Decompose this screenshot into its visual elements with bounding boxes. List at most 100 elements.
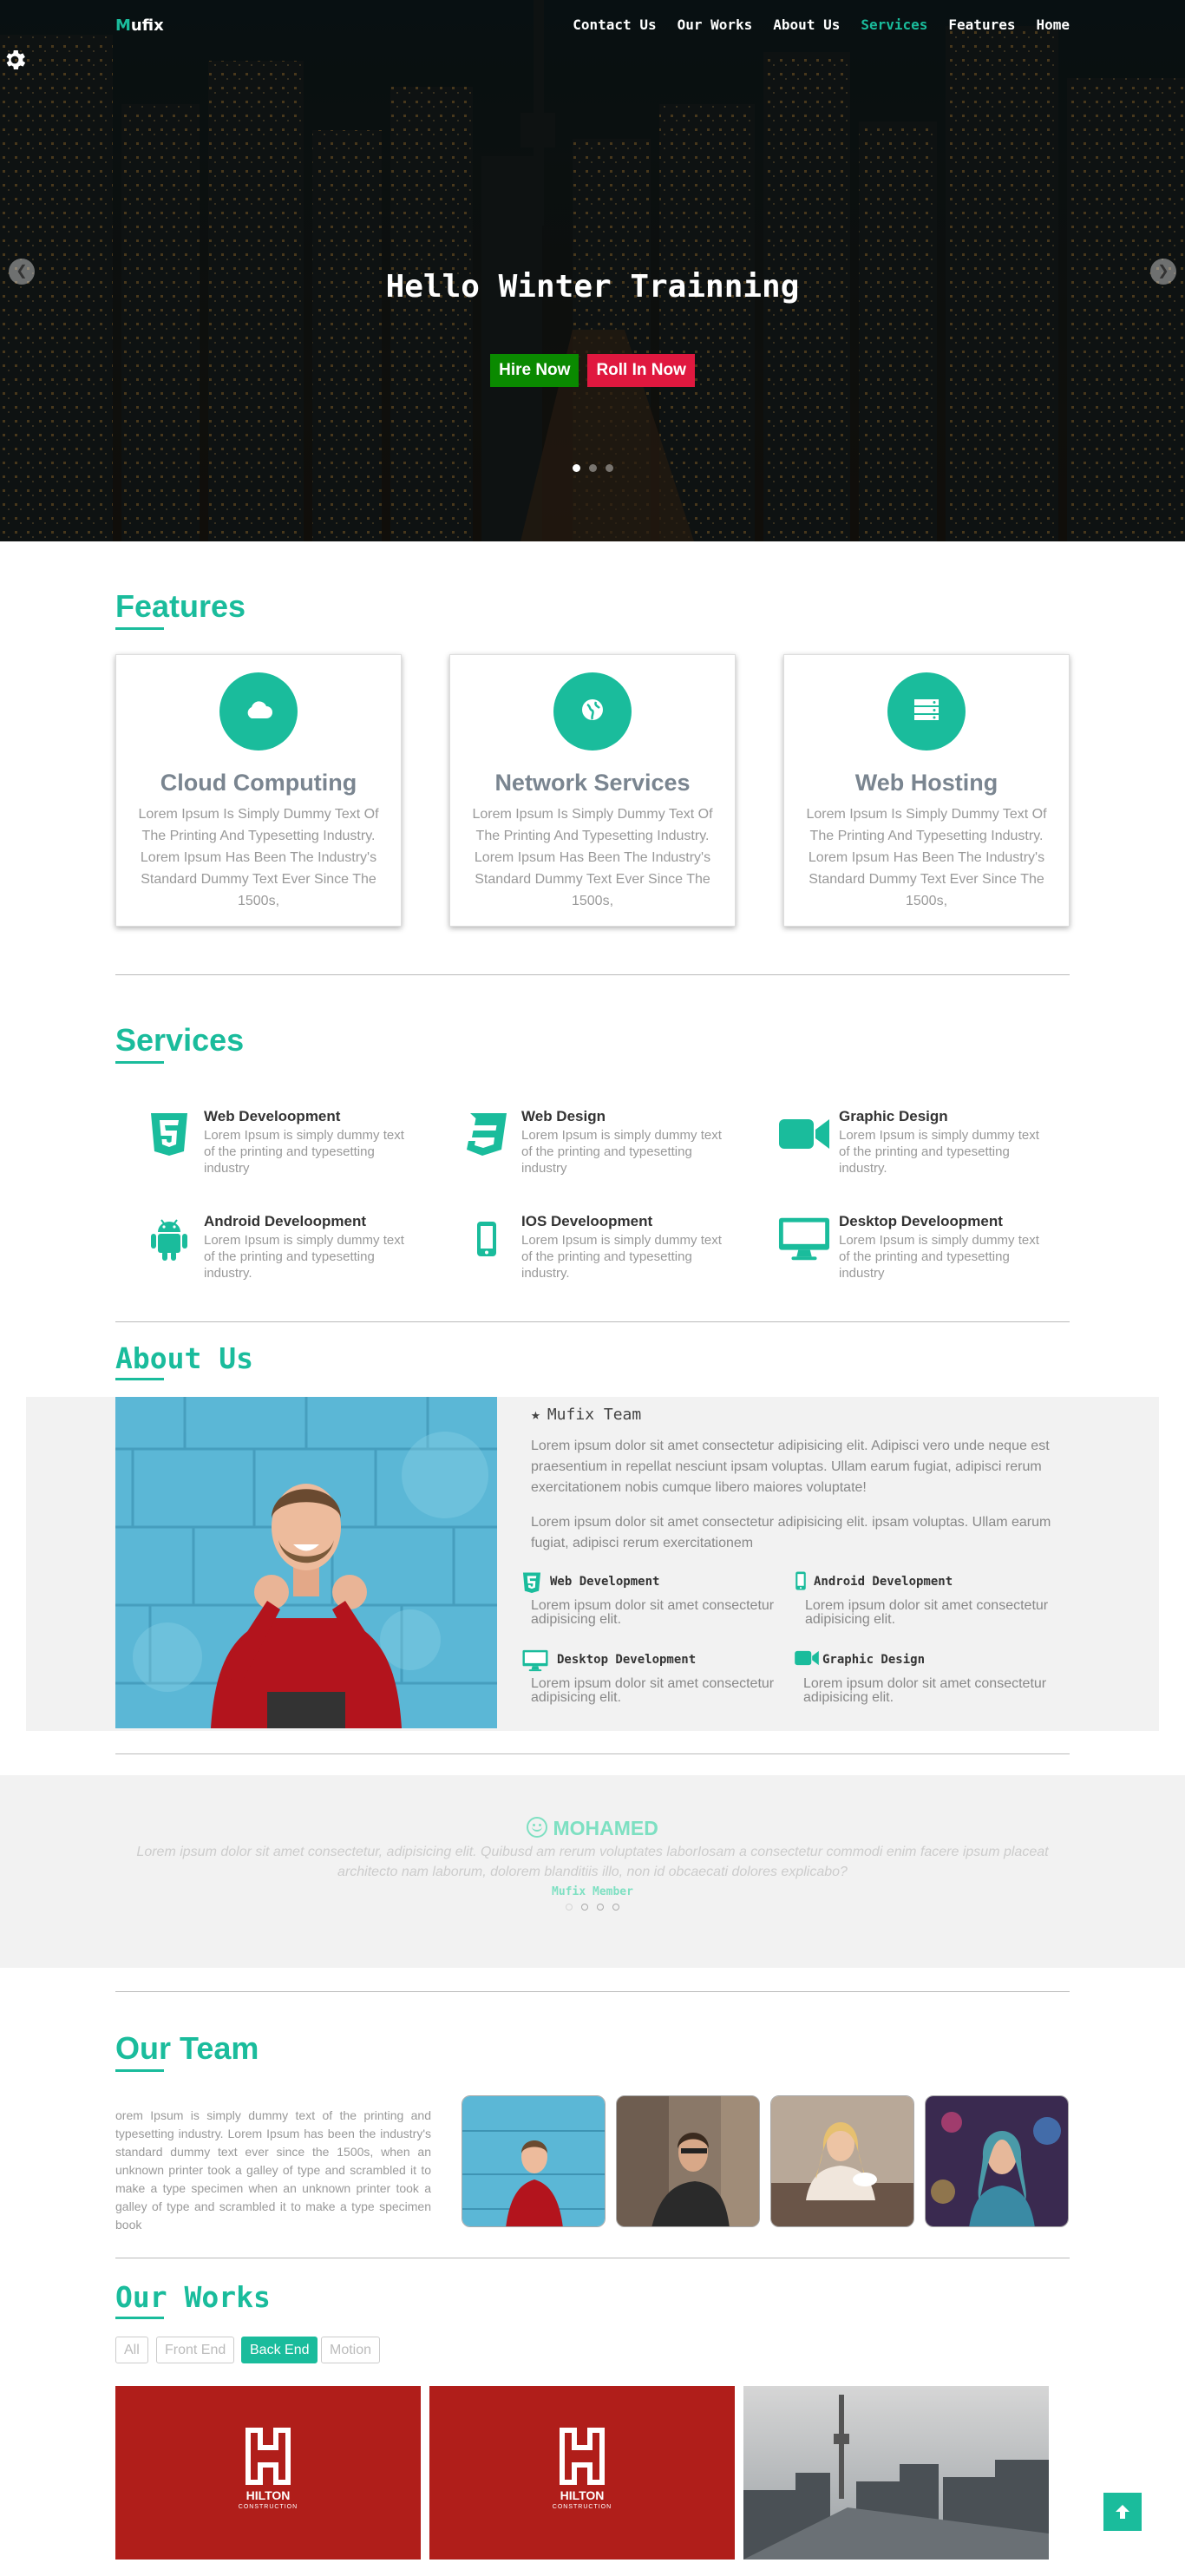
team-member-photo[interactable]: [462, 2095, 606, 2227]
about-team-title: ★ Mufix Team: [531, 1406, 642, 1424]
divider: [115, 1753, 1070, 1754]
smile-icon: [527, 1817, 548, 1838]
works-heading: Our Works: [115, 2280, 271, 2319]
divider: [115, 974, 1070, 975]
mobile-icon: [461, 1213, 513, 1265]
about-photo: [115, 1397, 497, 1728]
service-item: IOS Develoopment Lorem Ipsum is simply du…: [461, 1213, 738, 1291]
hero-buttons: Hire Now Roll In Now: [0, 354, 1185, 387]
video-camera-icon: [778, 1108, 830, 1160]
team-description: orem Ipsum is simply dummy text of the p…: [115, 2108, 431, 2232]
nav-link-contact-us[interactable]: Contact Us: [573, 16, 656, 33]
filter-all-button[interactable]: All: [115, 2337, 148, 2363]
about-skill-title: Graphic Design: [822, 1653, 926, 1667]
testimonial-quote: Lorem ipsum dolor sit amet consectetur, …: [136, 1845, 1049, 1879]
about-skill-title: Web Development: [550, 1575, 660, 1589]
nav-link-home[interactable]: Home: [1036, 16, 1070, 33]
testimonial-name-line: MOHAMED: [0, 1817, 1185, 1840]
filter-back-end-button[interactable]: Back End: [241, 2337, 318, 2363]
nav-link-features[interactable]: Features: [948, 16, 1015, 33]
filter-front-end-button[interactable]: Front End: [156, 2337, 235, 2363]
css3-icon: [461, 1108, 513, 1160]
slider-dot[interactable]: [605, 464, 613, 472]
about-skill-item: Graphic Design Lorem ipsum dolor sit amet…: [795, 1650, 1055, 1705]
nav-link-about-us[interactable]: About Us: [773, 16, 840, 33]
hilton-text: HILTON: [246, 2488, 291, 2502]
roll-in-now-button[interactable]: Roll In Now: [587, 354, 695, 387]
nav-link-services[interactable]: Services: [861, 16, 927, 33]
slider-dot[interactable]: [588, 464, 597, 472]
desktop-icon: [522, 1649, 548, 1676]
arrow-up-icon: [1116, 2505, 1129, 2519]
testimonial-dot[interactable]: [566, 1904, 573, 1911]
site-logo[interactable]: Mufix: [115, 16, 164, 35]
team-member-photo[interactable]: [616, 2095, 760, 2227]
feature-icon-circle: [219, 672, 298, 751]
nav-link-our-works[interactable]: Our Works: [678, 16, 753, 33]
feature-card: Network Services Lorem Ipsum Is Simply Du…: [449, 654, 736, 927]
about-skill-text: Lorem ipsum dolor sit amet consectetur a…: [805, 1598, 1049, 1627]
html5-icon: [143, 1108, 195, 1160]
feature-text: Lorem Ipsum Is Simply Dummy Text Of The …: [472, 807, 713, 908]
hilton-logo: [242, 2426, 294, 2491]
services-heading: Services: [115, 1022, 245, 1064]
about-heading: About Us: [115, 1341, 253, 1380]
work-item[interactable]: [743, 2386, 1049, 2560]
scroll-to-top-button[interactable]: [1103, 2493, 1142, 2531]
hire-now-button[interactable]: Hire Now: [490, 354, 579, 387]
service-text: Lorem Ipsum is simply dummy text of the …: [204, 1128, 404, 1176]
about-paragraph-1: Lorem ipsum dolor sit amet consectetur a…: [531, 1439, 1050, 1495]
feature-card: Web Hosting Lorem Ipsum Is Simply Dummy T…: [783, 654, 1070, 927]
divider: [115, 1991, 1070, 1992]
desktop-icon: [778, 1213, 830, 1265]
star-icon: ★: [531, 1406, 540, 1424]
service-item: Graphic Design Lorem Ipsum is simply dumm…: [778, 1108, 1056, 1186]
work-item[interactable]: HILTON CONSTRUCTION: [115, 2386, 421, 2560]
service-text: Lorem Ipsum is simply dummy text of the …: [839, 1233, 1039, 1281]
service-text: Lorem Ipsum is simply dummy text of the …: [204, 1233, 404, 1281]
service-item: Desktop Develoopment Lorem Ipsum is simpl…: [778, 1213, 1056, 1291]
features-heading: Features: [115, 588, 246, 630]
hero-slider: Mufix Contact Us Our Works About Us Service…: [0, 0, 1185, 541]
hilton-subtext: CONSTRUCTION: [238, 2504, 298, 2510]
globe-icon: [580, 698, 605, 726]
testimonial-dot[interactable]: [597, 1904, 604, 1911]
service-title: Web Design: [521, 1108, 606, 1124]
service-title: Android Develoopment: [204, 1213, 367, 1229]
slider-dot[interactable]: [572, 464, 580, 472]
feature-title: Cloud Computing: [160, 770, 357, 796]
service-item: Android Develoopment Lorem Ipsum is simpl…: [143, 1213, 421, 1291]
team-member-photo[interactable]: [925, 2095, 1069, 2227]
divider: [115, 1321, 1070, 1322]
service-text: Lorem Ipsum is simply dummy text of the …: [521, 1233, 722, 1281]
service-title: Graphic Design: [839, 1108, 948, 1124]
filter-motion-button[interactable]: Motion: [321, 2337, 381, 2363]
server-icon: [913, 698, 939, 725]
testimonial-dot[interactable]: [612, 1904, 619, 1911]
service-item: Web Design Lorem Ipsum is simply dummy te…: [461, 1108, 738, 1186]
video-camera-icon: [795, 1649, 819, 1671]
service-title: Web Develoopment: [204, 1108, 341, 1124]
service-text: Lorem Ipsum is simply dummy text of the …: [839, 1128, 1039, 1176]
about-paragraph-2: Lorem ipsum dolor sit amet consectetur a…: [531, 1515, 1051, 1550]
team-member-photo[interactable]: [770, 2095, 914, 2227]
feature-text: Lorem Ipsum Is Simply Dummy Text Of The …: [806, 807, 1047, 908]
about-skill-text: Lorem ipsum dolor sit amet consectetur a…: [531, 1676, 775, 1705]
about-skill-title: Android Development: [814, 1575, 953, 1589]
hilton-text: HILTON: [560, 2488, 605, 2502]
android-icon: [143, 1213, 195, 1265]
cloud-icon: [244, 700, 273, 724]
about-skill-item: Android Development Lorem ipsum dolor sit…: [795, 1571, 1055, 1627]
feature-text: Lorem Ipsum Is Simply Dummy Text Of The …: [138, 807, 379, 908]
testimonial-role: Mufix Member: [552, 1885, 633, 1898]
top-navbar: Mufix Contact Us Our Works About Us Service…: [0, 0, 1185, 52]
testimonial-dot[interactable]: [581, 1904, 588, 1911]
testimonial-name: MOHAMED: [553, 1817, 658, 1839]
work-item[interactable]: HILTON CONSTRUCTION: [429, 2386, 735, 2560]
hilton-subtext: CONSTRUCTION: [552, 2504, 612, 2510]
service-title: IOS Develoopment: [521, 1213, 653, 1229]
gear-icon[interactable]: [2, 47, 28, 73]
slider-indicators: [0, 464, 1185, 472]
team-heading: Our Team: [115, 2030, 259, 2072]
service-title: Desktop Develoopment: [839, 1213, 1003, 1229]
